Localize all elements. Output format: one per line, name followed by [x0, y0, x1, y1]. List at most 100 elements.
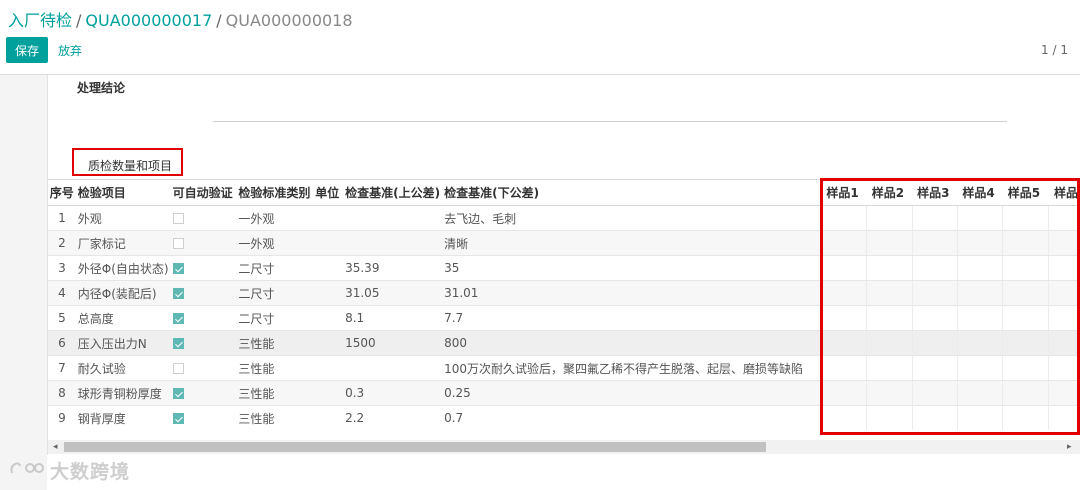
row-category: 三性能 [236, 380, 314, 406]
row-item: 耐久试验 [75, 355, 171, 381]
row-unit [313, 330, 344, 356]
auto-verify-checkbox-checked[interactable] [172, 263, 184, 274]
row-unit [313, 230, 344, 256]
row-index: 5 [48, 305, 76, 331]
row-lower: 35 [442, 255, 821, 281]
row-upper: 2.2 [343, 405, 443, 430]
scroll-left-arrow-icon[interactable]: ◂ [53, 442, 58, 452]
row-unit [313, 380, 344, 406]
highlight-box-samples [820, 178, 1080, 435]
row-upper: 35.39 [343, 255, 443, 281]
auto-verify-checkbox-checked[interactable] [172, 313, 184, 324]
col-header-item[interactable]: 检验项目 [75, 180, 171, 206]
row-category: 二尺寸 [236, 280, 314, 306]
row-index: 3 [48, 255, 76, 281]
breadcrumb-link-record[interactable]: QUA000000017 [85, 11, 212, 30]
row-index: 6 [48, 330, 76, 356]
col-header-lower[interactable]: 检查基准(下公差) [442, 180, 821, 206]
row-upper [343, 205, 443, 231]
row-lower: 0.7 [442, 405, 821, 430]
row-category: 一外观 [236, 230, 314, 256]
row-lower: 7.7 [442, 305, 821, 331]
row-lower: 清晰 [442, 230, 821, 256]
row-category: 一外观 [236, 205, 314, 231]
breadcrumb-separator: / [216, 11, 222, 30]
row-auto-cell [170, 230, 237, 256]
row-index: 8 [48, 380, 76, 406]
row-item: 厂家标记 [75, 230, 171, 256]
save-button[interactable]: 保存 [6, 37, 48, 63]
col-header-unit[interactable]: 单位 [313, 180, 344, 206]
row-index: 1 [48, 205, 76, 231]
row-unit [313, 255, 344, 281]
scrollbar-thumb[interactable] [64, 442, 766, 452]
breadcrumb-link-inbound[interactable]: 入厂待检 [8, 11, 72, 30]
auto-verify-checkbox-checked[interactable] [172, 338, 184, 349]
col-header-category[interactable]: 检验标准类别 [236, 180, 314, 206]
row-auto-cell [170, 205, 237, 231]
row-auto-cell [170, 405, 237, 430]
breadcrumb: 入厂待检 / QUA000000017/QUA000000018 [8, 7, 353, 31]
row-upper [343, 355, 443, 381]
row-upper: 31.05 [343, 280, 443, 306]
auto-verify-checkbox[interactable] [172, 238, 184, 249]
row-item: 外径Φ(自由状态) [75, 255, 171, 281]
auto-verify-checkbox[interactable] [172, 213, 184, 224]
row-category: 三性能 [236, 330, 314, 356]
row-unit [313, 205, 344, 231]
pager-counter[interactable]: 1 / 1 [1041, 43, 1068, 57]
auto-verify-checkbox-checked[interactable] [172, 413, 184, 424]
row-upper: 1500 [343, 330, 443, 356]
row-lower: 800 [442, 330, 821, 356]
col-header-index[interactable]: 序号 [48, 180, 76, 206]
control-panel-divider [0, 74, 1080, 75]
row-auto-cell [170, 255, 237, 281]
auto-verify-checkbox-checked[interactable] [172, 388, 184, 399]
watermark: 大数跨境 [50, 457, 130, 484]
highlight-box-tab [72, 148, 183, 176]
col-header-auto[interactable]: 可自动验证 [170, 180, 237, 206]
row-category: 二尺寸 [236, 305, 314, 331]
row-auto-cell [170, 355, 237, 381]
row-unit [313, 355, 344, 381]
col-header-upper[interactable]: 检查基准(上公差) [343, 180, 443, 206]
breadcrumb-current: QUA000000018 [225, 11, 353, 30]
section-title-conclusion: 处理结论 [77, 81, 126, 95]
row-upper: 0.3 [343, 380, 443, 406]
row-unit [313, 305, 344, 331]
row-lower: 100万次耐久试验后，聚四氟乙稀不得产生脱落、起层、磨损等缺陷 [442, 355, 821, 381]
row-item: 球形青铜粉厚度 [75, 380, 171, 406]
row-lower: 31.01 [442, 280, 821, 306]
row-unit [313, 280, 344, 306]
watermark-text: 大数跨境 [50, 461, 131, 483]
row-auto-cell [170, 305, 237, 331]
row-lower: 0.25 [442, 380, 821, 406]
discard-button[interactable]: 放弃 [58, 42, 82, 59]
row-upper: 8.1 [343, 305, 443, 331]
sheet-background [0, 75, 47, 490]
row-unit [313, 405, 344, 430]
row-auto-cell [170, 330, 237, 356]
auto-verify-checkbox-checked[interactable] [172, 288, 184, 299]
row-category: 三性能 [236, 355, 314, 381]
row-index: 7 [48, 355, 76, 381]
row-item: 内径Φ(装配后) [75, 280, 171, 306]
row-item: 钢背厚度 [75, 405, 171, 430]
row-index: 9 [48, 405, 76, 430]
row-item: 总高度 [75, 305, 171, 331]
row-upper [343, 230, 443, 256]
row-item: 外观 [75, 205, 171, 231]
conclusion-field[interactable] [213, 121, 1007, 122]
row-item: 压入压出力N [75, 330, 171, 356]
auto-verify-checkbox[interactable] [172, 363, 184, 374]
row-auto-cell [170, 380, 237, 406]
breadcrumb-separator: / [76, 11, 82, 30]
row-index: 2 [48, 230, 76, 256]
row-index: 4 [48, 280, 76, 306]
scroll-right-arrow-icon[interactable]: ▸ [1067, 442, 1072, 452]
row-auto-cell [170, 280, 237, 306]
row-category: 二尺寸 [236, 255, 314, 281]
row-lower: 去飞边、毛刺 [442, 205, 821, 231]
row-category: 三性能 [236, 405, 314, 430]
watermark-logo-icon [10, 462, 44, 474]
